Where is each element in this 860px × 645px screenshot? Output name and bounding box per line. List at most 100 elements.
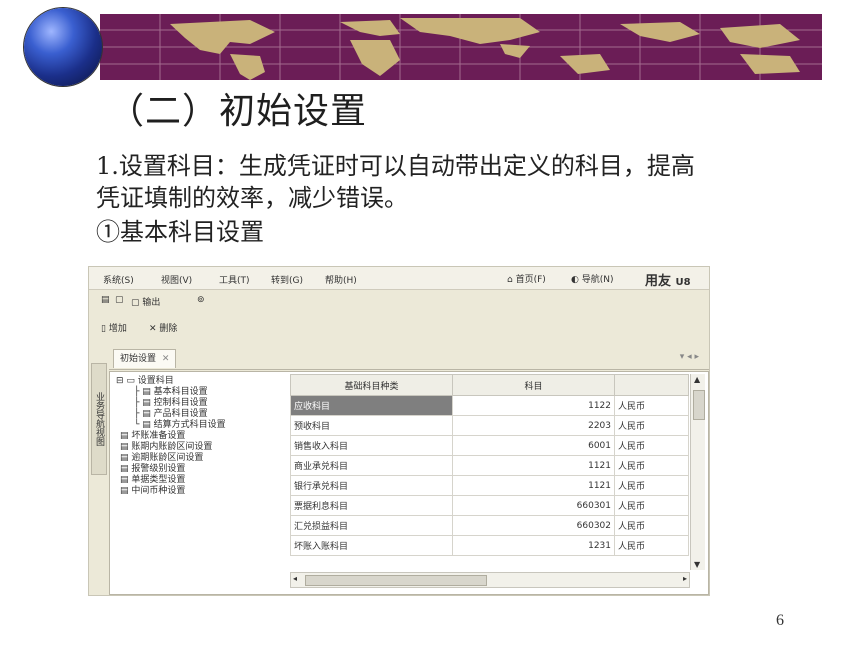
table-row[interactable]: 预收科目 2203 人民币: [290, 415, 689, 436]
menu-bar: 系统(S) 视图(V) 工具(T) 转到(G) 帮助(H) ⌂ 首页(F) ◐ …: [89, 267, 709, 290]
tree-item-label: 报警级别设置: [131, 464, 186, 474]
globe-icon: [24, 8, 102, 86]
account-type-cell[interactable]: 坏账入账科目: [290, 535, 453, 556]
close-tab-icon[interactable]: ✕: [162, 354, 170, 364]
menu-tools[interactable]: 工具(T): [219, 273, 250, 286]
scroll-up-icon[interactable]: ▲: [694, 375, 700, 384]
navigation-link-label: 导航(N): [581, 275, 614, 285]
output-label: 输出: [142, 298, 161, 308]
currency-cell[interactable]: 人民币: [614, 535, 689, 556]
navigation-link[interactable]: ◐ 导航(N): [571, 272, 613, 285]
slide-title: （二）初始设置: [108, 91, 368, 132]
tree-item-label: 单据类型设置: [131, 475, 186, 485]
tree-item[interactable]: ├ ▤ 基本科目设置: [116, 387, 296, 398]
table-row[interactable]: 银行承兑科目 1121 人民币: [290, 475, 689, 496]
currency-cell[interactable]: 人民币: [614, 435, 689, 456]
help-icon[interactable]: ⊚: [197, 295, 205, 305]
add-button[interactable]: ▯ 增加: [101, 321, 127, 334]
column-header[interactable]: 科目: [452, 374, 615, 396]
tree-item[interactable]: ▤ 逾期账龄区间设置: [116, 453, 296, 464]
toolbar-primary: ▤ ▢ ▢ 输出 ⊚: [89, 291, 709, 313]
tree-item[interactable]: ├ ▤ 产品科目设置: [116, 409, 296, 420]
account-code-cell[interactable]: 2203: [452, 415, 615, 436]
account-code-cell[interactable]: 6001: [452, 435, 615, 456]
tree-item-label: 中间币种设置: [131, 486, 186, 496]
tree-item[interactable]: ⊟ ▭ 设置科目: [116, 376, 296, 387]
account-type-cell[interactable]: 应收科目: [290, 395, 453, 416]
brand-logo: 用友 U8: [645, 274, 691, 289]
account-code-cell[interactable]: 1122: [452, 395, 615, 416]
settings-tree: ⊟ ▭ 设置科目 ├ ▤ 基本科目设置 ├ ▤ 控制科目设置 ├ ▤ 产品科目设…: [116, 376, 296, 497]
tree-item-label: 控制科目设置: [153, 398, 208, 408]
menu-view[interactable]: 视图(V): [161, 273, 192, 286]
body-line-2: 凭证填制的效率，减少错误。: [96, 184, 408, 212]
tree-item-label: 产品科目设置: [153, 409, 208, 419]
world-map-graphic: [100, 14, 822, 80]
account-code-cell[interactable]: 1121: [452, 455, 615, 476]
menu-goto[interactable]: 转到(G): [271, 273, 303, 286]
brand-logo-text: 用友: [645, 274, 672, 289]
table-row[interactable]: 销售收入科目 6001 人民币: [290, 435, 689, 456]
tree-item[interactable]: └ ▤ 结算方式科目设置: [116, 420, 296, 431]
tree-item-label: 逾期账龄区间设置: [131, 453, 204, 463]
currency-cell[interactable]: 人民币: [614, 415, 689, 436]
currency-cell[interactable]: 人民币: [614, 495, 689, 516]
tree-item-label: 基本科目设置: [153, 387, 208, 397]
tree-item-label: 结算方式科目设置: [153, 420, 226, 430]
vertical-scrollbar[interactable]: ▲ ▼: [690, 374, 705, 570]
table-row[interactable]: 票据利息科目 660301 人民币: [290, 495, 689, 516]
world-map-strip: [100, 14, 822, 80]
scroll-down-icon[interactable]: ▼: [694, 560, 700, 569]
currency-cell[interactable]: 人民币: [614, 395, 689, 416]
menu-help[interactable]: 帮助(H): [325, 273, 357, 286]
page-number: 6: [776, 612, 784, 629]
column-header[interactable]: 基础科目种类: [290, 374, 453, 396]
table-row[interactable]: 应收科目 1122 人民币: [290, 395, 689, 416]
tree-item[interactable]: ▤ 报警级别设置: [116, 464, 296, 475]
scroll-left-icon[interactable]: ◂: [293, 574, 297, 583]
account-code-cell[interactable]: 1121: [452, 475, 615, 496]
tab-label: 初始设置: [120, 354, 157, 364]
currency-cell[interactable]: 人民币: [614, 455, 689, 476]
add-label: 增加: [108, 324, 127, 334]
vertical-scroll-thumb[interactable]: [693, 390, 705, 420]
account-type-cell[interactable]: 银行承兑科目: [290, 475, 453, 496]
horizontal-scrollbar[interactable]: ◂ ▸: [290, 572, 690, 588]
account-code-cell[interactable]: 660301: [452, 495, 615, 516]
tree-item[interactable]: ├ ▤ 控制科目设置: [116, 398, 296, 409]
currency-cell[interactable]: 人民币: [614, 515, 689, 536]
account-type-cell[interactable]: 票据利息科目: [290, 495, 453, 516]
tree-item[interactable]: ▤ 单据类型设置: [116, 475, 296, 486]
account-grid: 基础科目种类 科目 应收科目 1122 人民币 预收科目 2203 人民币 销售…: [290, 374, 689, 570]
table-row[interactable]: 汇兑损益科目 660302 人民币: [290, 515, 689, 536]
account-code-cell[interactable]: 660302: [452, 515, 615, 536]
account-code-cell[interactable]: 1231: [452, 535, 615, 556]
account-type-cell[interactable]: 预收科目: [290, 415, 453, 436]
delete-button[interactable]: ✕ 删除: [149, 321, 177, 334]
tree-item-label: 坏账准备设置: [131, 431, 186, 441]
account-type-cell[interactable]: 商业承兑科目: [290, 455, 453, 476]
tree-item[interactable]: ▤ 坏账准备设置: [116, 431, 296, 442]
tree-item[interactable]: ▤ 中间币种设置: [116, 486, 296, 497]
toolbar-secondary: ▯ 增加 ✕ 删除: [89, 317, 709, 339]
currency-cell[interactable]: 人民币: [614, 475, 689, 496]
preview-icon[interactable]: ▢: [115, 295, 124, 305]
home-link-label: 首页(F): [515, 275, 546, 285]
body-line-3: ①基本科目设置: [96, 218, 264, 246]
table-row[interactable]: 商业承兑科目 1121 人民币: [290, 455, 689, 476]
table-row[interactable]: 坏账入账科目 1231 人民币: [290, 535, 689, 556]
home-link[interactable]: ⌂ 首页(F): [507, 272, 546, 285]
account-type-cell[interactable]: 汇兑损益科目: [290, 515, 453, 536]
tab-nav-arrows[interactable]: ▾ ◂ ▸: [680, 352, 699, 362]
account-type-cell[interactable]: 销售收入科目: [290, 435, 453, 456]
delete-label: 删除: [159, 324, 178, 334]
output-button[interactable]: ▢ 输出: [131, 295, 160, 308]
horizontal-scroll-thumb[interactable]: [305, 575, 487, 586]
scroll-right-icon[interactable]: ▸: [683, 574, 687, 583]
tree-item[interactable]: ▤ 账期内账龄区间设置: [116, 442, 296, 453]
column-header[interactable]: [614, 374, 689, 396]
print-icon[interactable]: ▤: [101, 295, 110, 305]
tab-initial-settings[interactable]: 初始设置 ✕: [113, 349, 177, 368]
side-navigation-tab[interactable]: 业务导航视图: [91, 363, 107, 475]
menu-system[interactable]: 系统(S): [103, 273, 134, 286]
